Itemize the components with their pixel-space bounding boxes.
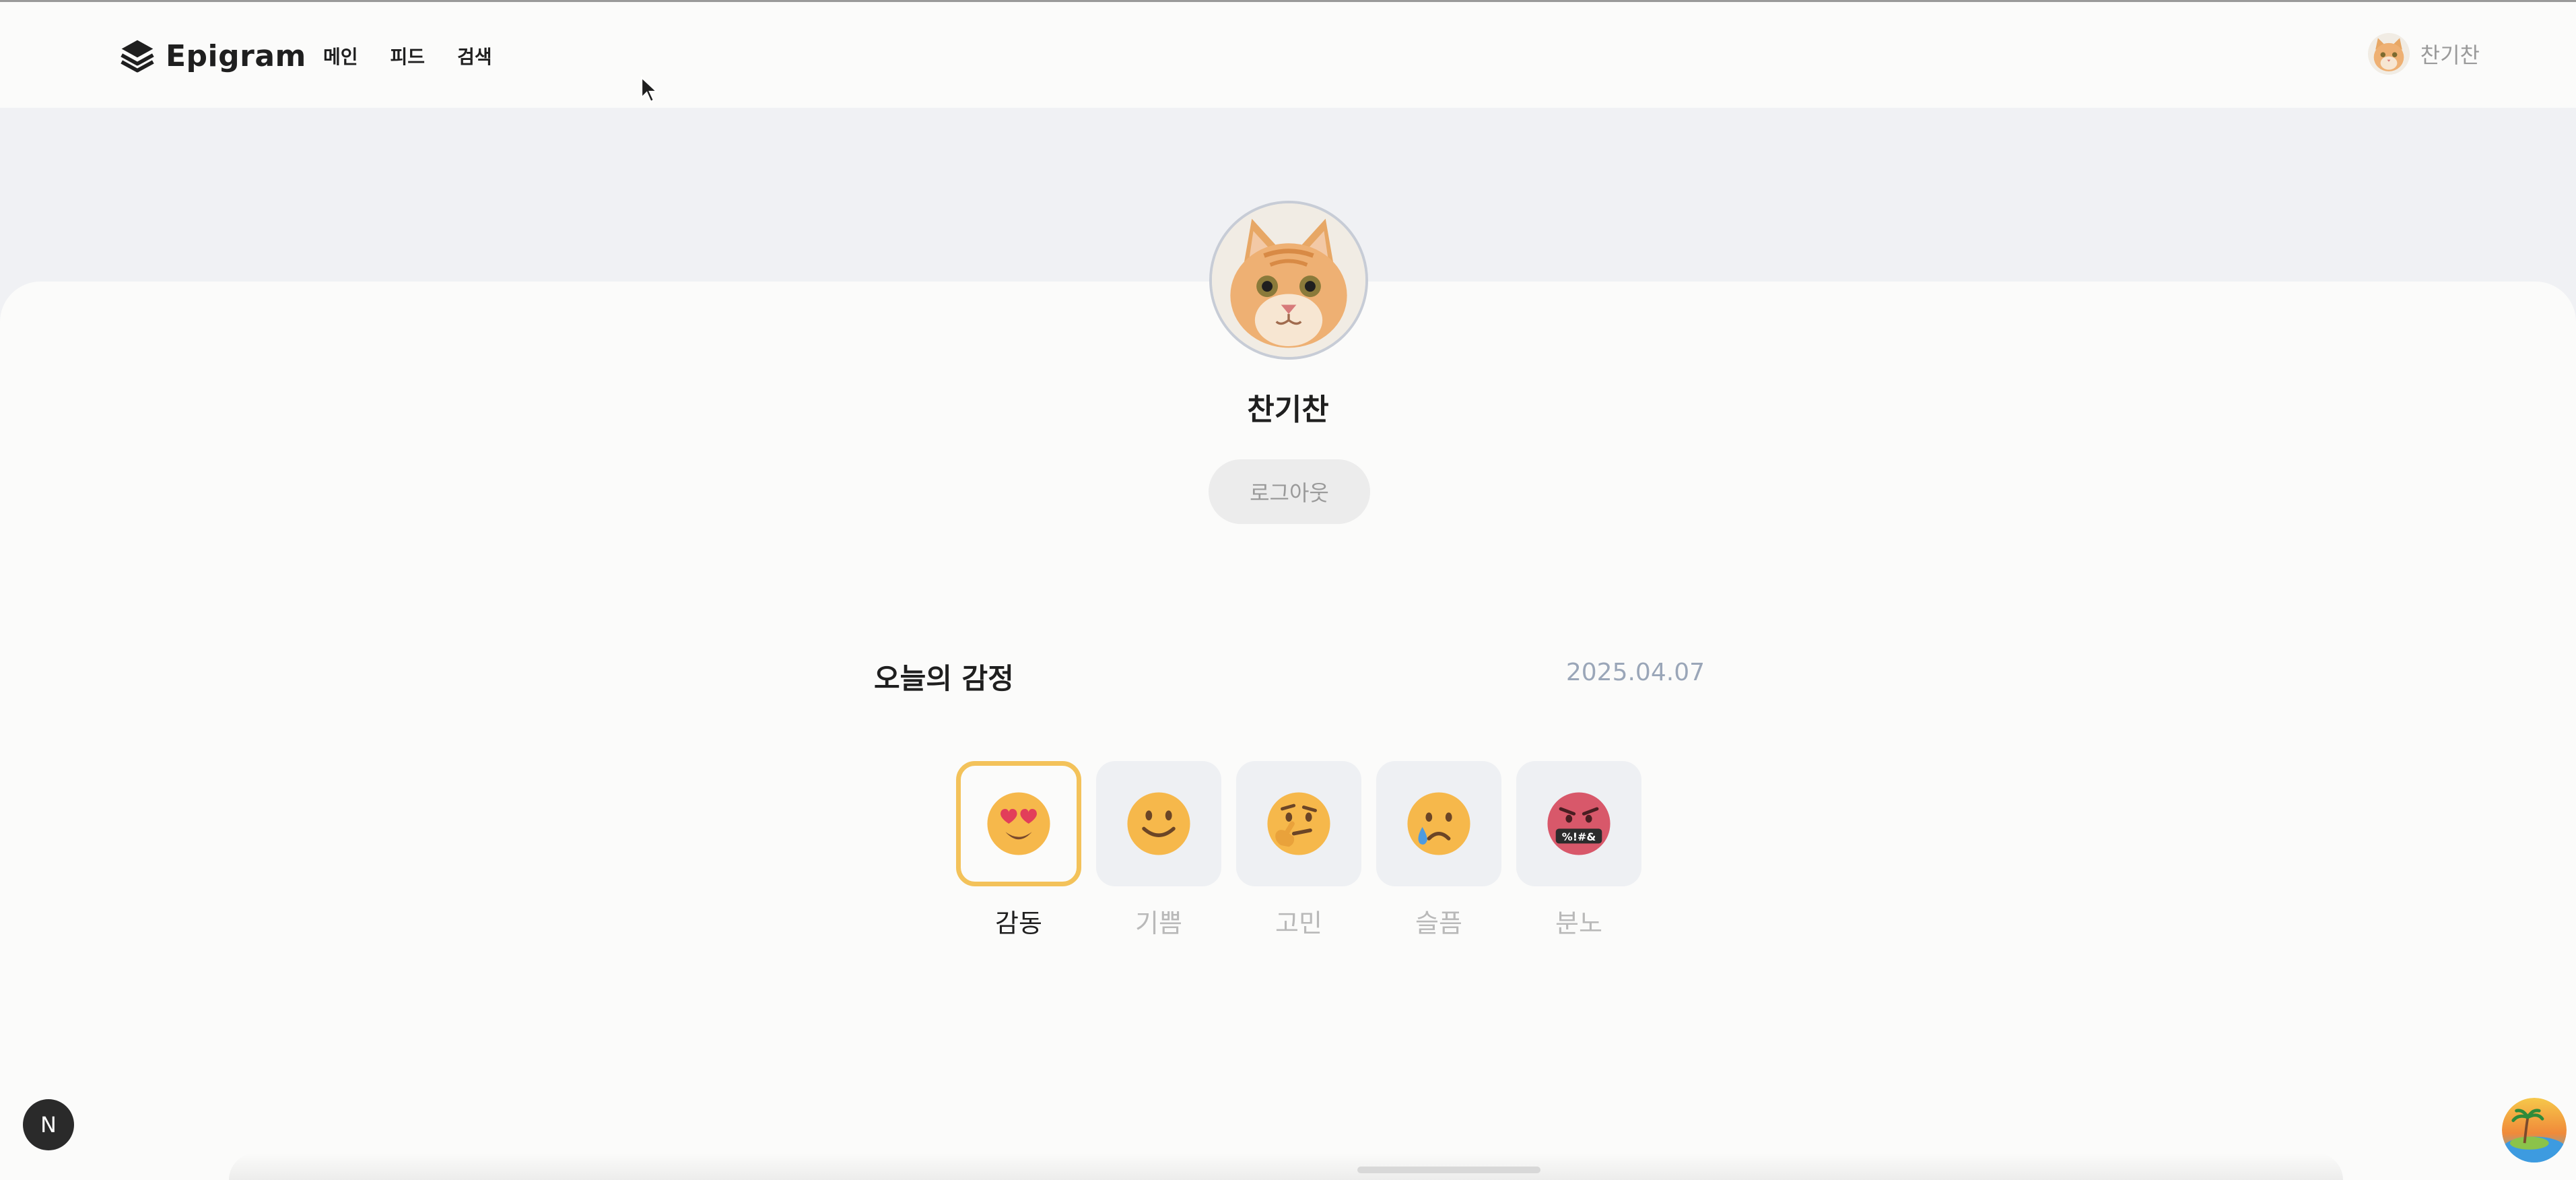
emotion-label: 분노: [1555, 909, 1602, 938]
island-landscape-icon: [2502, 1098, 2567, 1162]
emotion-label: 슬픔: [1415, 909, 1462, 938]
top-header: Epigram 메인 피드 검색 찬기찬: [0, 0, 2576, 108]
emotion-item-sadness[interactable]: 슬픔: [1376, 761, 1501, 940]
logo[interactable]: Epigram: [118, 37, 306, 75]
emotion-button[interactable]: [1376, 761, 1501, 886]
emotion-item-joy[interactable]: 기쁨: [1096, 761, 1221, 940]
emotion-selector: 감동 기쁨 고민 슬픔 %!#& 분노: [956, 761, 1641, 940]
emotion-label: 기쁨: [1135, 909, 1182, 938]
cat-avatar-icon: [2367, 33, 2410, 75]
dev-tools-badge[interactable]: N: [23, 1099, 74, 1150]
emotion-date: 2025.04.07: [1565, 659, 1705, 686]
scroll-handle[interactable]: [1357, 1167, 1540, 1173]
sad-tear-face-icon: [1407, 792, 1470, 855]
nav-item-feed[interactable]: 피드: [391, 42, 426, 69]
mouse-cursor-icon: [640, 75, 659, 103]
heart-eyes-face-icon: [987, 792, 1050, 855]
floating-action-button[interactable]: [2502, 1098, 2567, 1162]
user-avatar: [2367, 33, 2410, 75]
emotion-button[interactable]: [956, 761, 1081, 886]
emotion-item-moved[interactable]: 감동: [956, 761, 1081, 940]
nav-item-search[interactable]: 검색: [457, 42, 492, 69]
emotion-item-anger[interactable]: %!#& 분노: [1516, 761, 1641, 940]
emotion-label: 감동: [995, 909, 1042, 938]
profile-name: 찬기찬: [1247, 393, 1329, 427]
emotion-button[interactable]: %!#&: [1516, 761, 1641, 886]
profile-avatar: [1209, 201, 1368, 360]
emotion-item-worry[interactable]: 고민: [1236, 761, 1361, 940]
emotion-button[interactable]: [1096, 761, 1221, 886]
main-nav: 메인 피드 검색: [323, 42, 492, 69]
logo-text: Epigram: [166, 38, 306, 73]
user-menu[interactable]: 찬기찬: [2367, 33, 2480, 75]
nav-item-main[interactable]: 메인: [323, 42, 358, 69]
bottom-sheet-edge: [229, 1153, 2343, 1180]
layers-logo-icon: [121, 40, 154, 73]
smiling-face-icon: [1127, 792, 1190, 855]
emotion-section-title: 오늘의 감정: [874, 662, 1014, 695]
emotion-button[interactable]: [1236, 761, 1361, 886]
header-user-name: 찬기찬: [2420, 42, 2480, 68]
logout-button[interactable]: 로그아웃: [1209, 459, 1370, 524]
emotion-label: 고민: [1275, 909, 1322, 938]
svg-text:%!#&: %!#&: [1562, 830, 1596, 843]
cat-photo-icon: [1212, 203, 1365, 357]
thinking-face-icon: [1267, 792, 1330, 855]
angry-cursing-face-icon: %!#&: [1547, 792, 1611, 855]
